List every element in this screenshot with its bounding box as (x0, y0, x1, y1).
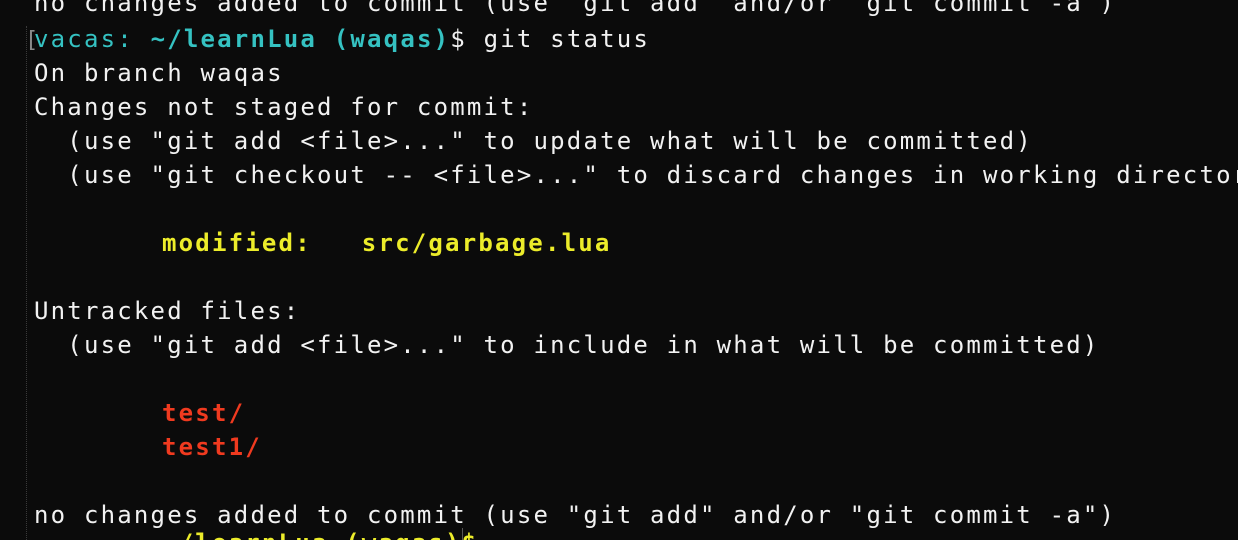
untracked-header: Untracked files: (34, 297, 301, 325)
hint-add-line: (use "git add <file>..." to update what … (34, 127, 1033, 155)
prompt-host: vacas: (34, 25, 134, 53)
untracked-file: test1/ (162, 433, 262, 461)
modified-entry: modified: src/garbage.lua (162, 226, 612, 260)
prompt-path: ~/learnLua (150, 25, 318, 53)
previous-output-line: no changes added to commit (use "git add… (34, 0, 1117, 17)
hint-untracked-line: (use "git add <file>..." to include in w… (34, 331, 1100, 359)
terminal-window[interactable]: no changes added to commit (use "git add… (0, 0, 1238, 540)
command-text: git status (483, 25, 651, 53)
next-prompt-partial: ~/learnLua (waqas)$ (162, 530, 478, 540)
cursor (462, 528, 463, 540)
gutter-line (26, 26, 28, 540)
modified-label: modified: (162, 229, 312, 257)
modified-file: src/garbage.lua (361, 229, 612, 257)
not-staged-header: Changes not staged for commit: (34, 93, 534, 121)
hint-checkout-line: (use "git checkout -- <file>..." to disc… (34, 161, 1238, 189)
branch-line: On branch waqas (34, 59, 284, 87)
footer-line: no changes added to commit (use "git add… (34, 501, 1117, 529)
untracked-file: test/ (162, 399, 246, 427)
prompt-line: vacas: ~/learnLua (waqas)$ git status (34, 22, 650, 56)
prompt-branch: (waqas) (333, 25, 451, 53)
prompt-dollar: $ (450, 25, 467, 53)
